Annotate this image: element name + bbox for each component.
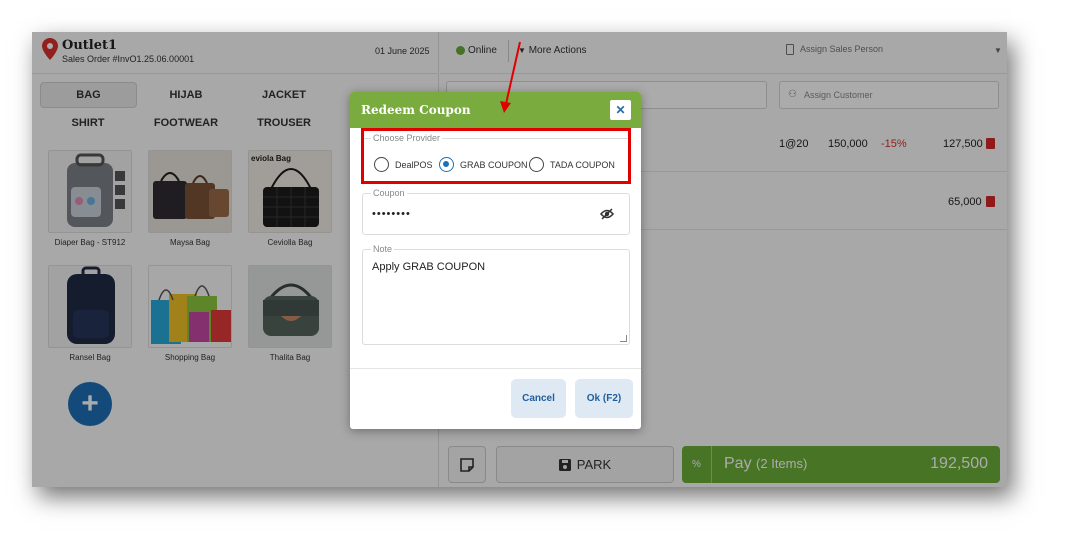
coupon-value: •••••••• [372, 208, 411, 220]
highlight-box [361, 128, 631, 184]
note-legend: Note [371, 244, 395, 254]
eye-off-icon[interactable] [600, 208, 614, 220]
coupon-field[interactable]: Coupon •••••••• [362, 188, 630, 235]
note-value: Apply GRAB COUPON [372, 261, 486, 273]
ok-button[interactable]: Ok (F2) [575, 379, 633, 418]
dialog-footer-divider [350, 368, 641, 369]
resize-handle-icon[interactable] [620, 335, 627, 342]
note-field[interactable]: Note Apply GRAB COUPON [362, 244, 630, 345]
cancel-button[interactable]: Cancel [511, 379, 566, 418]
dialog-title: Redeem Coupon [361, 103, 471, 117]
coupon-legend: Coupon [371, 188, 407, 198]
dialog-header: Redeem Coupon ✕ [350, 92, 641, 128]
close-icon[interactable]: ✕ [610, 100, 631, 120]
